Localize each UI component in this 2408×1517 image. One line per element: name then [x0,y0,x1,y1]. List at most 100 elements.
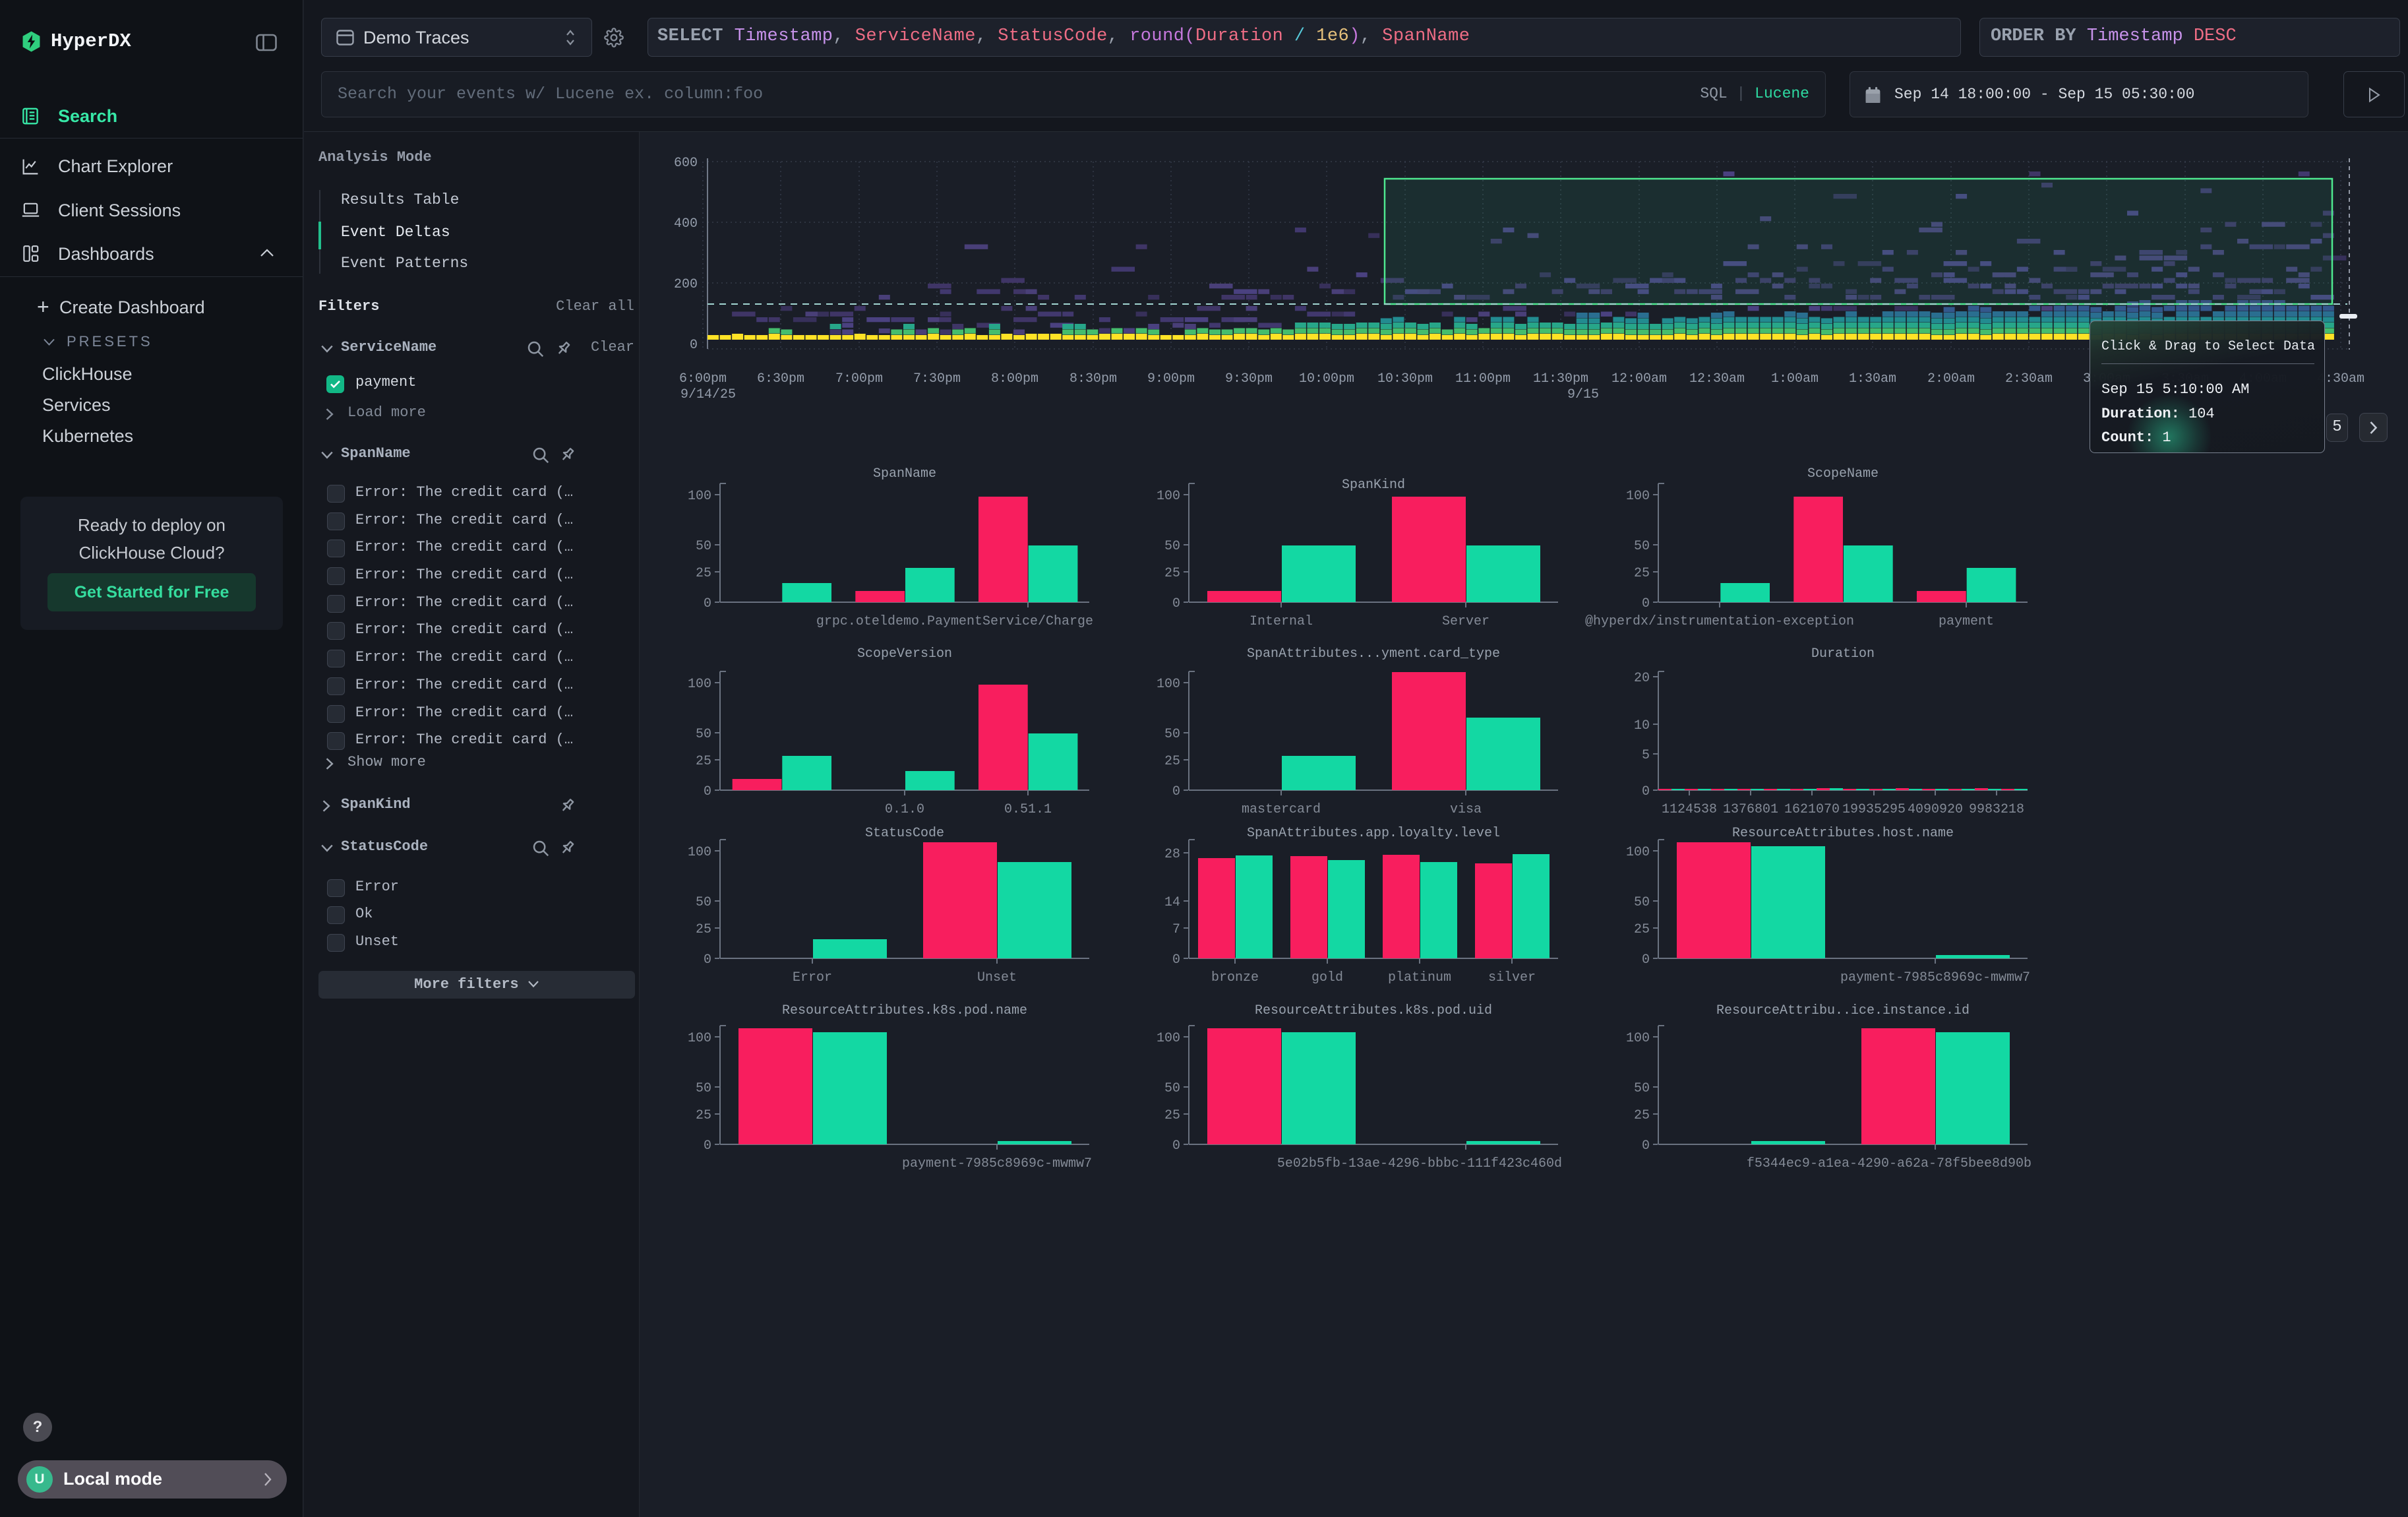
svg-text:0: 0 [1642,1138,1650,1154]
svg-text:7:00pm: 7:00pm [835,371,883,387]
svg-text:0: 0 [704,1138,711,1154]
svg-text:ScopeName: ScopeName [1807,466,1879,481]
svg-text:ResourceAttributes.k8s.pod.uid: ResourceAttributes.k8s.pod.uid [1255,1003,1492,1018]
svg-text:100: 100 [688,489,711,504]
svg-text:20: 20 [1634,671,1650,686]
svg-text:100: 100 [1157,677,1180,692]
svg-text:Internal: Internal [1249,614,1313,629]
svg-text:25: 25 [696,922,711,937]
svg-text:0: 0 [690,338,698,353]
svg-text:100: 100 [1626,845,1650,860]
svg-text:2:30am: 2:30am [2005,371,2053,387]
svg-text:payment-7985c8969c-mwmw7: payment-7985c8969c-mwmw7 [1840,970,2030,985]
svg-text:9/14/25: 9/14/25 [680,387,736,402]
svg-text:25: 25 [1164,1108,1180,1123]
svg-text:11:00pm: 11:00pm [1455,371,1511,387]
svg-text:100: 100 [1626,1031,1650,1046]
svg-text:0: 0 [704,596,711,611]
svg-text:4090920: 4090920 [1908,802,1963,817]
svg-text:0: 0 [1172,596,1180,611]
svg-text:bronze: bronze [1211,970,1259,985]
svg-text:gold: gold [1311,970,1343,985]
svg-text:1376801: 1376801 [1723,802,1778,817]
svg-text:1124538: 1124538 [1662,802,1717,817]
svg-text:visa: visa [1450,802,1482,817]
svg-text:SpanKind: SpanKind [1342,478,1405,493]
svg-text:0: 0 [1172,1138,1180,1154]
svg-text:0: 0 [1172,952,1180,968]
svg-text:100: 100 [688,845,711,860]
svg-text:@hyperdx/instrumentation-excep: @hyperdx/instrumentation-exception [1585,614,1854,629]
svg-text:50: 50 [1164,1081,1180,1096]
svg-text:25: 25 [1164,566,1180,581]
svg-text:SpanAttributes.app.loyalty.lev: SpanAttributes.app.loyalty.level [1247,826,1500,841]
svg-text:100: 100 [688,1031,711,1046]
svg-text:8:30pm: 8:30pm [1069,371,1117,387]
svg-text:ResourceAttributes.host.name: ResourceAttributes.host.name [1732,826,1954,841]
svg-text:0: 0 [1642,596,1650,611]
svg-text:Duration: Duration [1811,646,1875,662]
svg-text:1:30am: 1:30am [1849,371,1896,387]
svg-text:0.1.0: 0.1.0 [885,802,924,817]
svg-text:100: 100 [1626,489,1650,504]
svg-text:5e02b5fb-13ae-4296-bbbc-111f42: 5e02b5fb-13ae-4296-bbbc-111f423c460d [1277,1156,1562,1171]
svg-text:0: 0 [704,784,711,799]
svg-text:600: 600 [674,156,698,171]
svg-text:grpc.oteldemo.PaymentService/C: grpc.oteldemo.PaymentService/Charge [816,614,1093,629]
svg-text:25: 25 [696,566,711,581]
svg-text:10: 10 [1634,718,1650,733]
svg-text:25: 25 [1634,1108,1650,1123]
svg-text:12:30am: 12:30am [1689,371,1745,387]
svg-text:2:00am: 2:00am [1927,371,1975,387]
svg-text:11:30pm: 11:30pm [1533,371,1588,387]
svg-text:14: 14 [1164,895,1180,910]
svg-text:6:00pm: 6:00pm [679,371,727,387]
svg-text:silver: silver [1488,970,1536,985]
svg-text:200: 200 [674,277,698,292]
svg-text:payment-7985c8969c-mwmw7: payment-7985c8969c-mwmw7 [902,1156,1092,1171]
svg-text:SpanAttributes...yment.card_ty: SpanAttributes...yment.card_type [1247,646,1500,662]
svg-text:ResourceAttributes.k8s.pod.nam: ResourceAttributes.k8s.pod.name [782,1003,1027,1018]
svg-text:100: 100 [1157,489,1180,504]
svg-text:19935295: 19935295 [1842,802,1906,817]
svg-text:100: 100 [1157,1031,1180,1046]
svg-text:9:30pm: 9:30pm [1225,371,1273,387]
svg-text:0: 0 [1172,784,1180,799]
svg-text:100: 100 [688,677,711,692]
svg-text:5: 5 [1642,748,1650,763]
svg-text:StatusCode: StatusCode [865,826,944,841]
svg-text:0: 0 [1642,952,1650,968]
svg-text:mastercard: mastercard [1242,802,1321,817]
svg-text:9:00pm: 9:00pm [1147,371,1195,387]
svg-text:25: 25 [1634,922,1650,937]
svg-text:9983218: 9983218 [1969,802,2024,817]
svg-text:50: 50 [1634,895,1650,910]
svg-text:1:00am: 1:00am [1771,371,1819,387]
svg-text:platinum: platinum [1388,970,1451,985]
svg-text:50: 50 [1164,727,1180,742]
svg-text:0.51.1: 0.51.1 [1004,802,1052,817]
svg-text:25: 25 [1634,566,1650,581]
svg-text:50: 50 [696,1081,711,1096]
svg-text:10:30pm: 10:30pm [1377,371,1433,387]
svg-text:0: 0 [1642,784,1650,799]
svg-text:7:30pm: 7:30pm [913,371,961,387]
svg-text:f5344ec9-a1ea-4290-a62a-78f5be: f5344ec9-a1ea-4290-a62a-78f5bee8d90b [1747,1156,2032,1171]
svg-text:9/15: 9/15 [1567,387,1599,402]
svg-text:12:00am: 12:00am [1611,371,1667,387]
svg-text:0: 0 [704,952,711,968]
svg-text:50: 50 [696,727,711,742]
svg-text:7: 7 [1172,922,1180,937]
svg-text:50: 50 [696,539,711,554]
svg-text:400: 400 [674,216,698,232]
svg-text:Server: Server [1442,614,1490,629]
svg-text:1621070: 1621070 [1784,802,1840,817]
svg-text:10:00pm: 10:00pm [1299,371,1354,387]
svg-text:25: 25 [696,754,711,769]
svg-text:Unset: Unset [977,970,1017,985]
svg-text:ScopeVersion: ScopeVersion [857,646,952,662]
svg-text:8:00pm: 8:00pm [991,371,1038,387]
svg-text:50: 50 [1634,1081,1650,1096]
svg-text:25: 25 [696,1108,711,1123]
svg-text:SpanName: SpanName [873,466,936,481]
